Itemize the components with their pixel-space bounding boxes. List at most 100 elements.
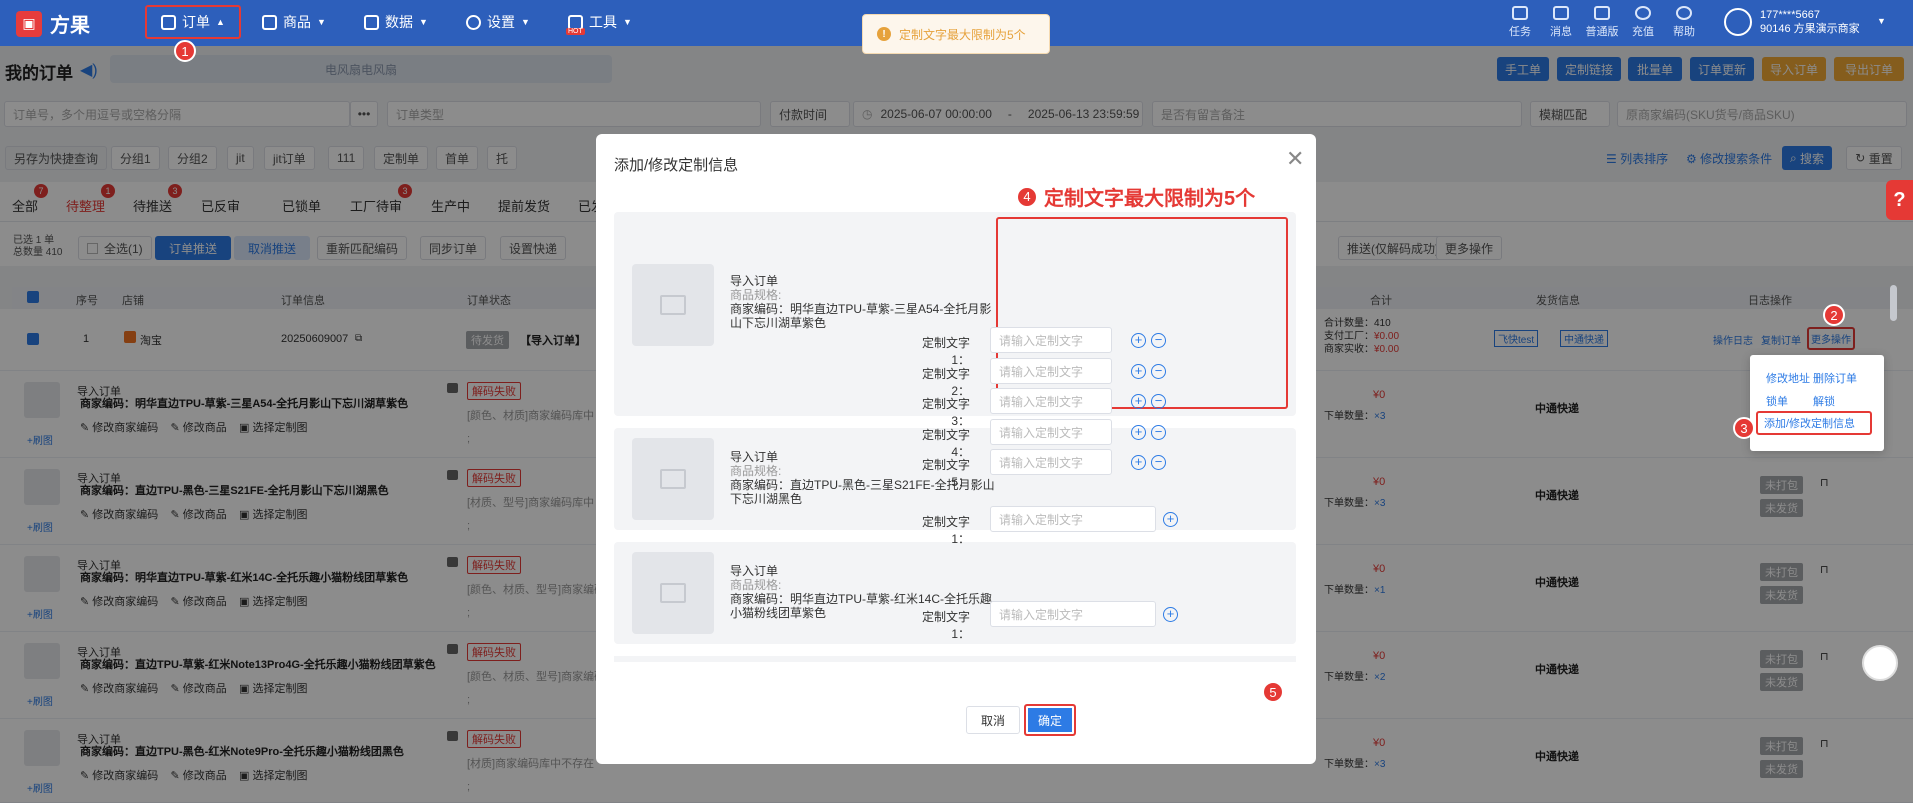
product-info-1: 导入订单 商品规格: 商家编码：明华直边TPU-草紫-三星A54-全托月影山下忘… [730,274,1000,330]
warning-icon: ! [877,27,891,41]
custom-text-label: 定制文字1： [921,515,970,546]
assistant-avatar[interactable] [1862,645,1898,681]
product-title: 导入订单 [730,564,779,578]
caret-down-icon: ▼ [419,17,428,27]
nav-data[interactable]: 数据 ▼ [364,12,428,32]
plus-icon[interactable]: + [1131,333,1146,348]
message-button[interactable]: 消息 [1542,6,1580,39]
nav-product-label: 商品 [283,14,311,30]
confirm-button[interactable]: 确定 [1024,704,1076,736]
minus-icon[interactable]: − [1151,425,1166,440]
image-placeholder-icon [632,264,714,346]
plus-icon[interactable]: + [1131,394,1146,409]
close-icon[interactable]: ✕ [1286,146,1304,172]
image-placeholder-icon [632,438,714,520]
product-spec: 商品规格: [730,288,782,302]
warning-toast: ! 定制文字最大限制为5个 [862,14,1050,54]
nav-order[interactable]: 订单 ▲ [145,5,241,39]
help-button[interactable]: 帮助 [1665,6,1703,39]
menu-modify-address[interactable]: 修改地址 [1766,370,1810,386]
custom-text-input[interactable]: 请输入定制文字 [990,449,1112,475]
task-label: 任务 [1509,26,1531,38]
menu-unlock-order[interactable]: 解锁 [1813,393,1835,409]
custom-text-input[interactable]: 请输入定制文字 [990,358,1112,384]
minus-icon[interactable]: − [1151,455,1166,470]
step-1-marker: 1 [174,40,196,62]
nav-order-label: 订单 [182,14,210,30]
next-card-edge [614,656,1296,662]
custom-text-label: 定制文字2： [921,367,970,398]
shirt-icon [1594,6,1610,20]
step-5-marker: 5 [1262,681,1284,703]
user-info[interactable]: 177****5667 90146 方果演示商家 [1760,8,1860,36]
step-4-marker: 4 [1016,185,1038,208]
custom-text-input[interactable]: 请输入定制文字 [990,506,1156,532]
task-button[interactable]: 任务 [1501,6,1539,39]
custom-info-dialog: 添加/修改定制信息 ✕ 4 定制文字最大限制为5个 导入订单 商品规格: 商家编… [596,134,1316,764]
minus-icon[interactable]: − [1151,333,1166,348]
caret-down-icon: ▼ [1877,16,1886,26]
custom-text-label: 定制文字1： [921,610,970,641]
user-account: 90146 方果演示商家 [1760,23,1860,35]
brand-icon: ▣ [16,10,42,37]
annotation-text: 定制文字最大限制为5个 [1044,188,1256,210]
cancel-button[interactable]: 取消 [966,706,1020,734]
custom-text-input[interactable]: 请输入定制文字 [990,327,1112,353]
minus-icon[interactable]: − [1151,394,1166,409]
nav-tools-label: 工具 [589,14,617,30]
caret-up-icon: ▲ [216,17,225,27]
message-label: 消息 [1550,26,1572,38]
step-3-marker: 3 [1733,417,1755,439]
help-label: 帮助 [1673,26,1695,38]
plus-icon[interactable]: + [1163,607,1178,622]
custom-text-label: 定制文字1： [921,336,970,367]
product-icon [262,14,277,30]
gear-icon [466,14,481,30]
order-icon [161,14,176,30]
more-actions-dropdown: 修改地址 删除订单 锁单 解锁 添加/修改定制信息 [1750,355,1884,451]
product-spec: 商品规格: [730,578,782,592]
data-icon [364,14,379,30]
product-title: 导入订单 [730,274,779,288]
plus-icon[interactable]: + [1131,364,1146,379]
nav-data-label: 数据 [385,14,413,30]
step-2-marker: 2 [1823,304,1845,326]
avatar[interactable] [1724,8,1752,36]
limit-annotation: 4 定制文字最大限制为5个 [1016,182,1255,211]
help-icon [1676,6,1692,20]
message-icon [1553,6,1569,20]
scrollbar[interactable] [1890,285,1897,321]
help-side-icon[interactable]: ? [1886,180,1913,220]
plus-icon[interactable]: + [1131,425,1146,440]
plus-icon[interactable]: + [1163,512,1178,527]
minus-icon[interactable]: − [1151,364,1166,379]
custom-text-input[interactable]: 请输入定制文字 [990,419,1112,445]
nav-product[interactable]: 商品 ▼ [262,12,326,32]
custom-text-input[interactable]: 请输入定制文字 [990,388,1112,414]
brand-name: 方果 [50,15,90,37]
custom-text-label: 定制文字5： [921,458,970,489]
user-phone: 177****5667 [1760,9,1820,21]
product-code: 商家编码：明华直边TPU-草紫-三星A54-全托月影山下忘川湖草紫色 [730,302,992,330]
recharge-icon [1635,6,1651,20]
edition-label: 普通版 [1585,26,1619,38]
caret-down-icon: ▼ [623,17,632,27]
brand-logo[interactable]: ▣ 方果 [16,9,90,38]
plus-icon[interactable]: + [1131,455,1146,470]
custom-text-label: 定制文字3： [921,397,970,428]
hot-badge: HOT [566,28,585,35]
dialog-title: 添加/修改定制信息 [614,157,739,174]
recharge-button[interactable]: 充值 [1624,6,1662,39]
custom-text-label: 定制文字4： [921,428,970,459]
toast-message: 定制文字最大限制为5个 [899,27,1026,42]
custom-text-input[interactable]: 请输入定制文字 [990,601,1156,627]
caret-down-icon: ▼ [317,17,326,27]
menu-add-custom-info[interactable]: 添加/修改定制信息 [1756,411,1872,435]
menu-delete-order[interactable]: 删除订单 [1813,370,1857,386]
image-placeholder-icon [632,552,714,634]
menu-lock-order[interactable]: 锁单 [1766,393,1788,409]
nav-settings[interactable]: 设置 ▼ [466,12,530,32]
caret-down-icon: ▼ [521,17,530,27]
edition-button[interactable]: 普通版 [1583,6,1621,39]
task-icon [1512,6,1528,20]
